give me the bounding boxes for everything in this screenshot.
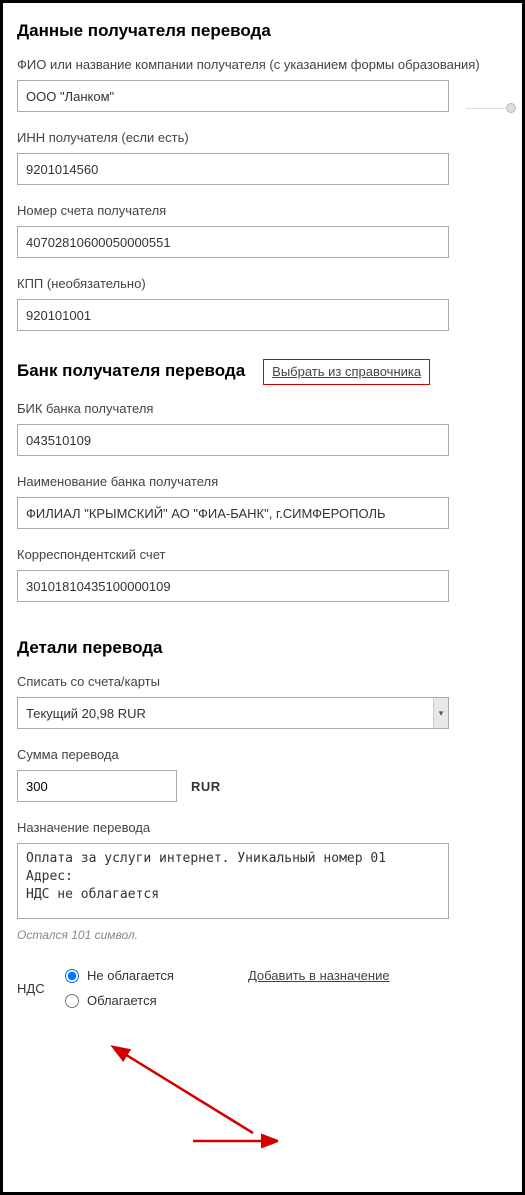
- add-to-purpose-link[interactable]: Добавить в назначение: [248, 968, 390, 983]
- nds-label: НДС: [17, 981, 65, 996]
- nds-opt1-text: Не облагается: [87, 968, 174, 983]
- nds-option-taxed[interactable]: Облагается: [65, 993, 390, 1008]
- bank-name-label: Наименование банка получателя: [17, 474, 508, 489]
- bank-corr-input[interactable]: [17, 570, 449, 602]
- currency-label: RUR: [191, 779, 221, 794]
- purpose-textarea[interactable]: [17, 843, 449, 919]
- nds-opt2-text: Облагается: [87, 993, 157, 1008]
- purpose-label: Назначение перевода: [17, 820, 508, 835]
- amount-input[interactable]: [17, 770, 177, 802]
- recipient-kpp-input[interactable]: [17, 299, 449, 331]
- nds-radio-taxed[interactable]: [65, 994, 79, 1008]
- bank-heading: Банк получателя перевода: [17, 361, 245, 381]
- bank-name-input[interactable]: [17, 497, 449, 529]
- recipient-heading: Данные получателя перевода: [17, 21, 508, 41]
- from-account-label: Списать со счета/карты: [17, 674, 508, 689]
- details-heading: Детали перевода: [17, 638, 508, 658]
- annotation-arrow-icon: [188, 1131, 278, 1151]
- recipient-name-input[interactable]: [17, 80, 449, 112]
- nds-option-not-taxed[interactable]: Не облагается Добавить в назначение: [65, 968, 390, 983]
- from-account-select[interactable]: [17, 697, 449, 729]
- chevron-down-icon[interactable]: ▾: [433, 697, 449, 729]
- bank-corr-label: Корреспондентский счет: [17, 547, 508, 562]
- annotation-arrow-icon: [103, 1043, 263, 1143]
- bank-bik-label: БИК банка получателя: [17, 401, 508, 416]
- recipient-name-label: ФИО или название компании получателя (с …: [17, 57, 508, 72]
- nds-radio-not-taxed[interactable]: [65, 969, 79, 983]
- recipient-account-input[interactable]: [17, 226, 449, 258]
- char-counter: Остался 101 символ.: [17, 928, 508, 942]
- recipient-account-label: Номер счета получателя: [17, 203, 508, 218]
- annotation-connector: [466, 108, 506, 109]
- redaction-scribble: [73, 1023, 263, 1043]
- directory-link[interactable]: Выбрать из справочника: [272, 364, 421, 379]
- amount-label: Сумма перевода: [17, 747, 508, 762]
- directory-link-highlight: Выбрать из справочника: [263, 359, 430, 385]
- recipient-kpp-label: КПП (необязательно): [17, 276, 508, 291]
- annotation-handle-icon: [506, 103, 516, 113]
- bank-bik-input[interactable]: [17, 424, 449, 456]
- recipient-inn-label: ИНН получателя (если есть): [17, 130, 508, 145]
- recipient-inn-input[interactable]: [17, 153, 449, 185]
